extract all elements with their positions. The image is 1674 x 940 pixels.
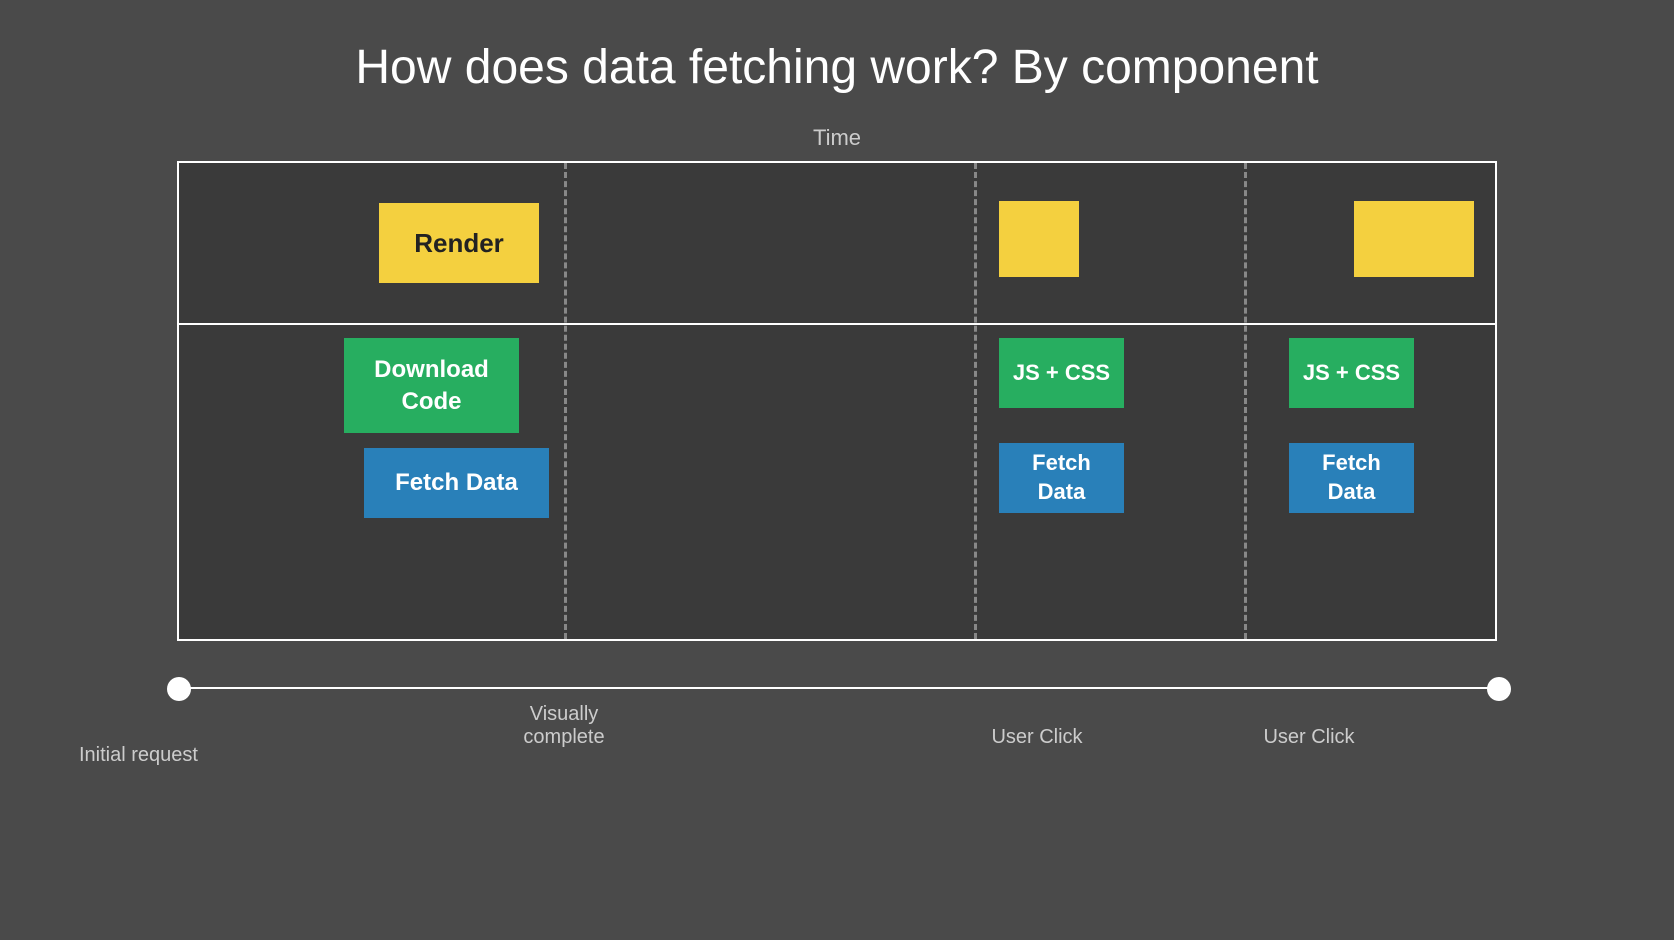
visually-complete-text: Visuallycomplete xyxy=(523,703,604,748)
render-block-small-2 xyxy=(1354,201,1474,277)
dashed-line-3 xyxy=(1244,163,1247,639)
render-block-small-1 xyxy=(999,201,1079,277)
fetch-data-block-1: Fetch Data xyxy=(364,448,549,518)
page-title: How does data fetching work? By componen… xyxy=(355,40,1318,95)
jscss-block-2: JS + CSS xyxy=(1289,338,1414,408)
timeline-line xyxy=(179,687,1495,689)
time-label: Time xyxy=(813,125,861,151)
visually-complete-label: Visuallycomplete xyxy=(523,703,604,749)
initial-request-label: Initial request xyxy=(79,741,198,769)
dashed-line-2 xyxy=(974,163,977,639)
fetch-data-label-2: FetchData xyxy=(1032,449,1091,506)
user-click-label-2: User Click xyxy=(1263,726,1354,749)
download-code-block: DownloadCode xyxy=(344,338,519,433)
circle-marker-start xyxy=(167,677,191,701)
fetch-data-block-3: FetchData xyxy=(1289,443,1414,513)
fetch-data-label-3: FetchData xyxy=(1322,449,1381,506)
circle-marker-end xyxy=(1487,677,1511,701)
dashed-line-1 xyxy=(564,163,567,639)
jscss-block-1: JS + CSS xyxy=(999,338,1124,408)
download-code-label: DownloadCode xyxy=(374,354,489,416)
horizontal-divider xyxy=(179,323,1495,325)
user-click-label-1: User Click xyxy=(991,726,1082,749)
diagram-container: Render DownloadCode JS + CSS JS + CSS Fe… xyxy=(177,161,1497,641)
render-block: Render xyxy=(379,203,539,283)
fetch-data-block-2: FetchData xyxy=(999,443,1124,513)
